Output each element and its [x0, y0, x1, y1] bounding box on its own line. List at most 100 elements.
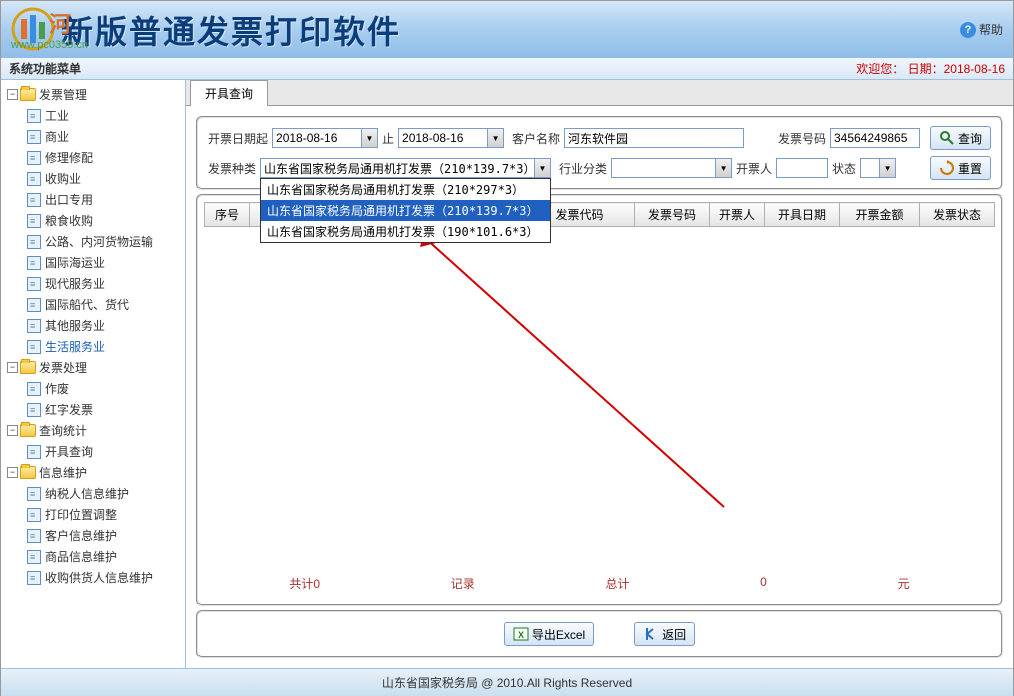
industry-label: 行业分类 [559, 160, 607, 177]
tree-item[interactable]: 国际海运业 [3, 252, 183, 273]
collapse-icon[interactable]: − [7, 89, 18, 100]
dropdown-option[interactable]: 山东省国家税务局通用机打发票（210*139.7*3） [261, 200, 550, 221]
type-select[interactable] [260, 158, 535, 178]
tab-query[interactable]: 开具查询 [190, 80, 268, 106]
table-header-cell: 发票状态 [920, 203, 995, 227]
tree-item[interactable]: 商业 [3, 126, 183, 147]
page-icon [27, 571, 41, 585]
tree-group-label: 信息维护 [39, 464, 87, 481]
tree-item[interactable]: 国际船代、货代 [3, 294, 183, 315]
tree-item[interactable]: 生活服务业 [3, 336, 183, 357]
folder-icon [20, 88, 36, 101]
dropdown-option[interactable]: 山东省国家税务局通用机打发票（210*297*3） [261, 179, 550, 200]
table-header-cell: 开具日期 [765, 203, 840, 227]
page-icon [27, 256, 41, 270]
tree-group[interactable]: − 发票处理 [3, 357, 183, 378]
industry-select[interactable] [611, 158, 716, 178]
industry-dropdown-icon[interactable]: ▼ [716, 158, 732, 178]
page-icon [27, 487, 41, 501]
tree-item[interactable]: 作废 [3, 378, 183, 399]
tree-item-label: 公路、内河货物运输 [45, 233, 153, 250]
page-icon [27, 550, 41, 564]
issuer-label: 开票人 [736, 160, 772, 177]
issuer-input[interactable] [776, 158, 828, 178]
tree-group-label: 发票处理 [39, 359, 87, 376]
help-icon: ? [960, 22, 976, 38]
customer-input[interactable] [564, 128, 744, 148]
table-panel: 序号客户名称发票代码发票号码开票人开具日期开票金额发票状态 共计0 记录 总计 … [196, 194, 1003, 606]
tree-item[interactable]: 纳税人信息维护 [3, 483, 183, 504]
page-icon [27, 445, 41, 459]
customer-label: 客户名称 [512, 130, 560, 147]
tree-item[interactable]: 商品信息维护 [3, 546, 183, 567]
back-button[interactable]: 返回 [634, 622, 695, 646]
tree-item-label: 商品信息维护 [45, 548, 117, 565]
tree-item-label: 客户信息维护 [45, 527, 117, 544]
date-from-input[interactable] [272, 128, 362, 148]
page-icon [27, 151, 41, 165]
tree-item-label: 作废 [45, 380, 69, 397]
date-from-dropdown-icon[interactable]: ▼ [362, 128, 378, 148]
type-dropdown-icon[interactable]: ▼ [535, 158, 551, 178]
summary-row: 共计0 记录 总计 0 元 [204, 569, 995, 598]
date-to-dropdown-icon[interactable]: ▼ [488, 128, 504, 148]
page-icon [27, 235, 41, 249]
query-button[interactable]: 查询 [930, 126, 991, 150]
tree-item[interactable]: 粮食收购 [3, 210, 183, 231]
app-title: 新版普通发票打印软件 [61, 7, 401, 53]
tree-group-label: 发票管理 [39, 86, 87, 103]
summary-records: 记录 [451, 575, 475, 592]
page-icon [27, 193, 41, 207]
tree-item-label: 打印位置调整 [45, 506, 117, 523]
tree-item-label: 其他服务业 [45, 317, 105, 334]
tree-item[interactable]: 打印位置调整 [3, 504, 183, 525]
reset-icon [939, 160, 955, 176]
tree-item[interactable]: 工业 [3, 105, 183, 126]
tree-item-label: 出口专用 [45, 191, 93, 208]
summary-sum-value: 0 [760, 575, 767, 592]
table-header-cell: 开票金额 [840, 203, 920, 227]
tree-item[interactable]: 客户信息维护 [3, 525, 183, 546]
back-icon [643, 626, 659, 642]
tree-item[interactable]: 其他服务业 [3, 315, 183, 336]
type-dropdown-list: 山东省国家税务局通用机打发票（210*297*3）山东省国家税务局通用机打发票（… [260, 178, 551, 243]
collapse-icon[interactable]: − [7, 467, 18, 478]
tree-item[interactable]: 出口专用 [3, 189, 183, 210]
table-header-cell: 开票人 [710, 203, 765, 227]
tree-item-label: 开具查询 [45, 443, 93, 460]
status-dropdown-icon[interactable]: ▼ [880, 158, 896, 178]
status-select[interactable] [860, 158, 880, 178]
svg-text:X: X [518, 630, 524, 640]
annotation-arrow-icon [414, 237, 734, 517]
export-excel-button[interactable]: X 导出Excel [504, 622, 594, 646]
reset-button[interactable]: 重置 [930, 156, 991, 180]
date-to-label: 止 [382, 130, 394, 147]
tree-item[interactable]: 红字发票 [3, 399, 183, 420]
tree-item[interactable]: 修理修配 [3, 147, 183, 168]
collapse-icon[interactable]: − [7, 362, 18, 373]
tree-item[interactable]: 开具查询 [3, 441, 183, 462]
content-area: 开具查询 开票日期起 ▼ 止 ▼ 客户名称 发票号码 [186, 80, 1013, 668]
tree-item[interactable]: 收购供货人信息维护 [3, 567, 183, 588]
tree-item[interactable]: 收购业 [3, 168, 183, 189]
invoice-no-input[interactable] [830, 128, 920, 148]
date-to-input[interactable] [398, 128, 488, 148]
page-icon [27, 382, 41, 396]
tree-item[interactable]: 公路、内河货物运输 [3, 231, 183, 252]
tree-group[interactable]: −查询统计 [3, 420, 183, 441]
tree-group[interactable]: − 发票管理 [3, 84, 183, 105]
tree-item[interactable]: 现代服务业 [3, 273, 183, 294]
dropdown-option[interactable]: 山东省国家税务局通用机打发票（190*101.6*3） [261, 221, 550, 242]
search-panel: 开票日期起 ▼ 止 ▼ 客户名称 发票号码 [196, 116, 1003, 190]
page-icon [27, 508, 41, 522]
tree-item-label: 国际船代、货代 [45, 296, 129, 313]
tree-group[interactable]: − 信息维护 [3, 462, 183, 483]
summary-count: 共计0 [289, 575, 320, 592]
help-label: 帮助 [979, 21, 1003, 38]
collapse-icon[interactable]: − [7, 425, 18, 436]
sidebar: − 发票管理工业商业修理修配收购业出口专用粮食收购公路、内河货物运输国际海运业现代… [1, 80, 186, 668]
welcome-text: 欢迎您： 日期：2018-08-16 [856, 60, 1005, 77]
tree-item-label: 粮食收购 [45, 212, 93, 229]
help-link[interactable]: ? 帮助 [960, 21, 1003, 38]
tree-item-label: 收购业 [45, 170, 81, 187]
